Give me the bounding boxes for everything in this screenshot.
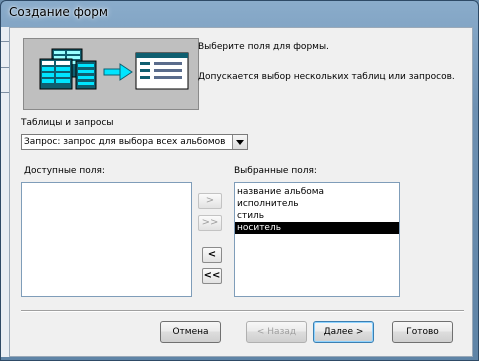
- selected-fields-list[interactable]: название альбома исполнитель стиль носит…: [234, 182, 400, 297]
- list-item-selected[interactable]: носитель: [235, 222, 399, 234]
- list-item[interactable]: название альбома: [235, 186, 399, 198]
- edge-line: [1, 41, 9, 42]
- instruction-text: Выберите поля для формы.: [198, 42, 329, 52]
- tables-queries-label: Таблицы и запросы: [21, 118, 114, 128]
- remove-field-button[interactable]: <: [202, 247, 222, 263]
- available-fields-list[interactable]: [21, 182, 192, 297]
- combobox-value: Запрос: запрос для выбора всех альбомов …: [24, 137, 228, 147]
- back-button[interactable]: < Назад: [246, 321, 307, 343]
- edge-line: [1, 92, 9, 93]
- add-all-fields-button[interactable]: >>: [198, 215, 222, 231]
- dialog-window: Создание форм Выберите поля для формы. Д…: [0, 0, 479, 361]
- list-item[interactable]: исполнитель: [235, 198, 399, 210]
- form-wizard-icon: [39, 48, 189, 90]
- background-window-edge: [1, 27, 9, 357]
- instruction-subtext: Допускается выбор нескольких таблиц или …: [198, 72, 455, 82]
- chevron-down-icon[interactable]: [232, 135, 247, 149]
- remove-all-fields-button[interactable]: <<: [202, 268, 222, 284]
- next-button[interactable]: Далее >: [313, 321, 374, 343]
- window-title: Создание форм: [9, 5, 108, 19]
- wizard-illustration: [23, 38, 199, 110]
- footer-separator: [21, 310, 464, 312]
- title-bar[interactable]: Создание форм: [1, 1, 478, 27]
- selected-fields-label: Выбранные поля:: [234, 166, 317, 176]
- available-fields-label: Доступные поля:: [24, 166, 105, 176]
- add-field-button[interactable]: >: [198, 193, 222, 209]
- list-item[interactable]: стиль: [235, 210, 399, 222]
- tables-queries-combobox[interactable]: Запрос: запрос для выбора всех альбомов …: [21, 134, 248, 150]
- edge-line: [1, 67, 9, 68]
- finish-button[interactable]: Готово: [392, 321, 453, 343]
- cancel-button[interactable]: Отмена: [160, 321, 221, 343]
- dialog-client-area: Выберите поля для формы. Допускается выб…: [9, 27, 473, 357]
